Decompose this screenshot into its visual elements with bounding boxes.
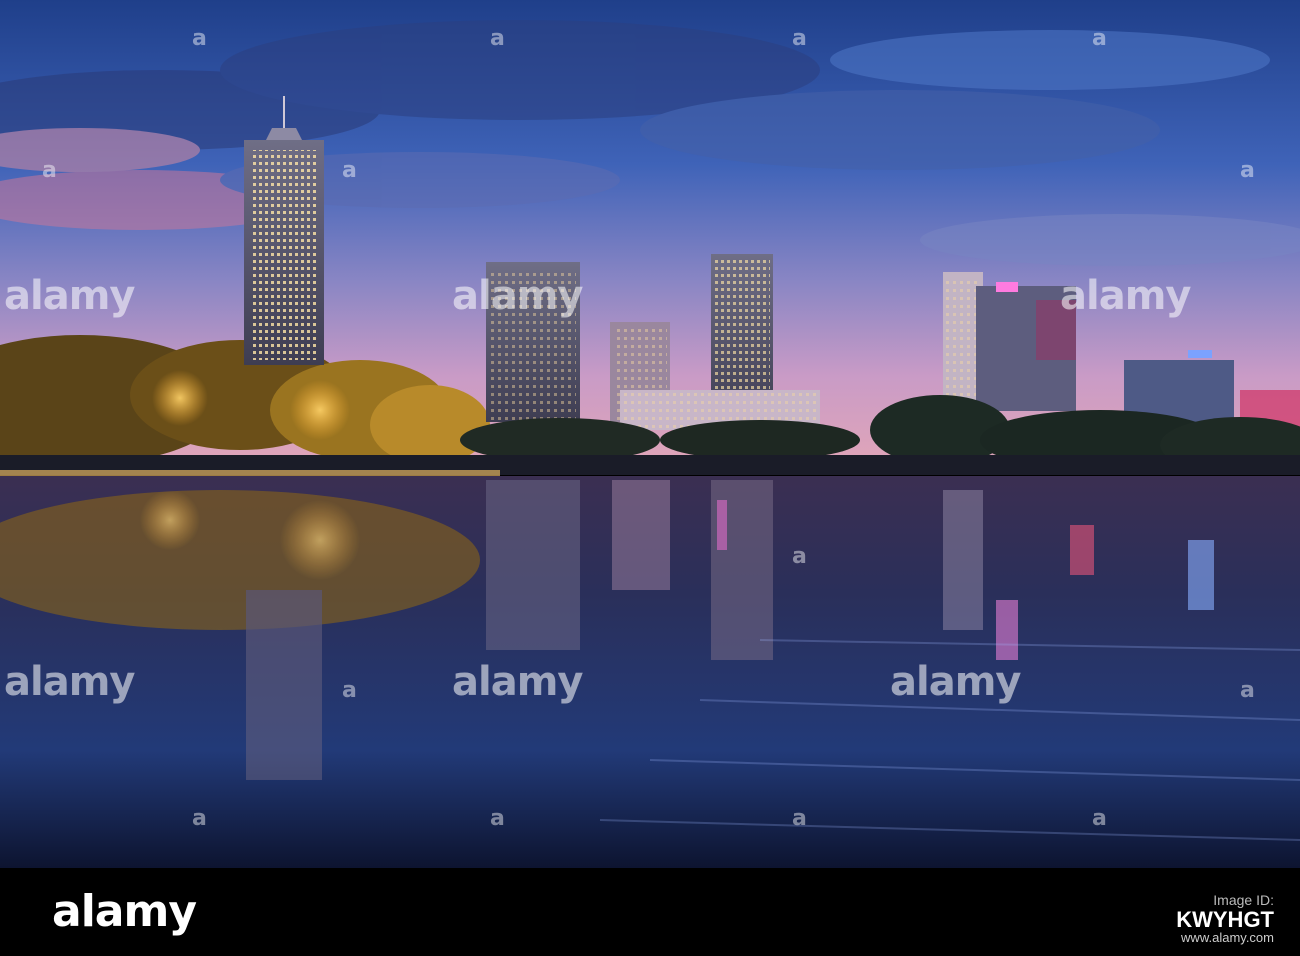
watermark-text: alamy [890, 659, 1021, 705]
skyline-photo [0, 0, 1300, 868]
watermark-mark: a [342, 158, 357, 183]
watermark-mark: a [192, 26, 207, 51]
footer-url: www.alamy.com [1181, 930, 1274, 945]
watermark-mark: a [342, 678, 357, 703]
watermark-mark: a [792, 544, 807, 569]
watermark-text: alamy [452, 659, 583, 705]
image-id-block: Image ID: KWYHGT [1176, 890, 1274, 932]
watermark-mark: a [1240, 158, 1255, 183]
image-id-label: Image ID: [1213, 892, 1274, 908]
watermark-text: alamy [452, 273, 583, 319]
watermark-mark: a [792, 806, 807, 831]
watermark-text: alamy [1060, 273, 1191, 319]
watermark-mark: a [792, 26, 807, 51]
watermark-mark: a [192, 806, 207, 831]
watermark-mark: a [1092, 806, 1107, 831]
watermark-text: alamy [4, 273, 135, 319]
footer-bar: alamy Image ID: KWYHGT www.alamy.com [0, 868, 1300, 956]
watermark-mark: a [1240, 678, 1255, 703]
photo: alamy alamy alamy alamy alamy alamy a a … [0, 0, 1300, 956]
watermark-mark: a [1092, 26, 1107, 51]
watermark-mark: a [490, 806, 505, 831]
image-id: KWYHGT [1176, 907, 1274, 932]
footer-logo: alamy [52, 886, 197, 937]
watermark-mark: a [490, 26, 505, 51]
watermark-text: alamy [4, 659, 135, 705]
watermark-mark: a [42, 158, 57, 183]
